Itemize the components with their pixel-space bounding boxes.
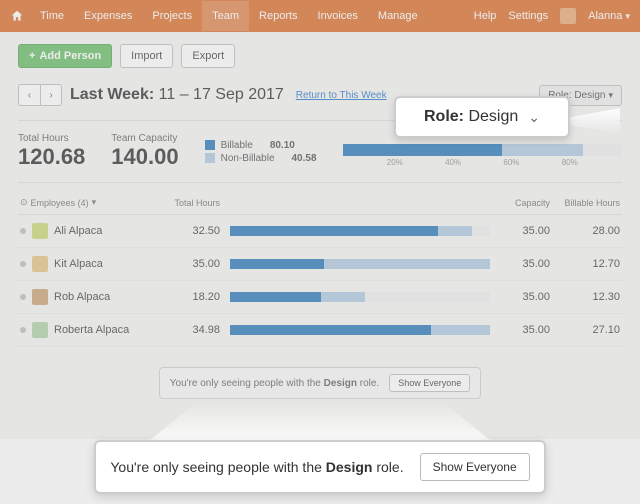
show-everyone-button[interactable]: Show Everyone bbox=[389, 374, 470, 392]
billable-hours: 12.30 bbox=[550, 291, 620, 303]
hours-legend: Billable80.10 Non-Billable40.58 bbox=[205, 138, 317, 166]
nav-time[interactable]: Time bbox=[30, 1, 74, 31]
total-hours-metric: Total Hours 120.68 bbox=[18, 133, 85, 170]
capacity: 35.00 bbox=[500, 258, 550, 270]
employees-sort[interactable]: ⊙ Employees (4) ▾ bbox=[20, 197, 170, 208]
total-hours: 18.20 bbox=[170, 291, 220, 303]
avatar bbox=[32, 322, 48, 338]
total-hours: 34.98 bbox=[170, 324, 220, 336]
table-row[interactable]: Rob Alpaca 18.20 35.0012.30 bbox=[18, 281, 622, 314]
avatar bbox=[32, 256, 48, 272]
employee-name: Rob Alpaca bbox=[54, 291, 110, 303]
week-label: Last Week: 11 – 17 Sep 2017 bbox=[70, 86, 284, 104]
total-hours: 35.00 bbox=[170, 258, 220, 270]
add-person-button[interactable]: Add Person bbox=[18, 44, 112, 68]
team-capacity-metric: Team Capacity 140.00 bbox=[111, 133, 178, 170]
next-week-button[interactable]: › bbox=[40, 84, 62, 106]
import-button[interactable]: Import bbox=[120, 44, 173, 68]
employee-name: Roberta Alpaca bbox=[54, 324, 129, 336]
table-row[interactable]: Roberta Alpaca 34.98 35.0027.10 bbox=[18, 314, 622, 347]
employee-name: Kit Alpaca bbox=[54, 258, 103, 270]
nav-reports[interactable]: Reports bbox=[249, 1, 308, 31]
nav-help[interactable]: Help bbox=[474, 10, 497, 22]
prev-week-button[interactable]: ‹ bbox=[18, 84, 40, 106]
hours-bar bbox=[230, 226, 490, 236]
table-header: ⊙ Employees (4) ▾ Total Hours Capacity B… bbox=[18, 191, 622, 215]
avatar bbox=[32, 223, 48, 239]
filter-notice-text: You're only seeing people with the Desig… bbox=[110, 459, 403, 475]
table-row[interactable]: Kit Alpaca35.0035.0012.70 bbox=[18, 248, 622, 281]
chevron-down-icon: ⌄ bbox=[528, 109, 540, 126]
hours-bar bbox=[230, 325, 490, 335]
capacity: 35.00 bbox=[500, 324, 550, 336]
billable-hours: 28.00 bbox=[550, 225, 620, 237]
hours-bar bbox=[230, 259, 490, 269]
role-filter-callout[interactable]: Role: Design⌄ bbox=[394, 96, 570, 138]
filter-notice-callout: You're only seeing people with the Desig… bbox=[94, 440, 546, 494]
billable-hours: 12.70 bbox=[550, 258, 620, 270]
home-icon[interactable] bbox=[10, 9, 24, 23]
show-everyone-button-callout[interactable]: Show Everyone bbox=[420, 453, 530, 481]
top-navbar: TimeExpensesProjectsTeamReportsInvoicesM… bbox=[0, 0, 640, 32]
capacity: 35.00 bbox=[500, 291, 550, 303]
week-stepper: ‹ › bbox=[18, 84, 62, 106]
nav-projects[interactable]: Projects bbox=[142, 1, 202, 31]
hours-bar bbox=[230, 292, 490, 302]
avatar bbox=[32, 289, 48, 305]
nav-team[interactable]: Team bbox=[202, 1, 249, 31]
billable-hours: 27.10 bbox=[550, 324, 620, 336]
capacity: 35.00 bbox=[500, 225, 550, 237]
avatar[interactable] bbox=[560, 8, 576, 24]
return-this-week-link[interactable]: Return to This Week bbox=[296, 90, 387, 101]
nav-invoices[interactable]: Invoices bbox=[308, 1, 368, 31]
employee-name: Ali Alpaca bbox=[54, 225, 102, 237]
nav-manage[interactable]: Manage bbox=[368, 1, 428, 31]
nav-settings[interactable]: Settings bbox=[508, 10, 548, 22]
total-hours: 32.50 bbox=[170, 225, 220, 237]
summary-bar: 20% 40% 60% 80% bbox=[343, 138, 622, 166]
export-button[interactable]: Export bbox=[181, 44, 235, 68]
user-menu[interactable]: Alanna ▾ bbox=[588, 10, 630, 22]
table-row[interactable]: Ali Alpaca 32.50 35.0028.00 bbox=[18, 215, 622, 248]
nav-expenses[interactable]: Expenses bbox=[74, 1, 142, 31]
filter-notice-bar: You're only seeing people with the Desig… bbox=[159, 367, 482, 399]
